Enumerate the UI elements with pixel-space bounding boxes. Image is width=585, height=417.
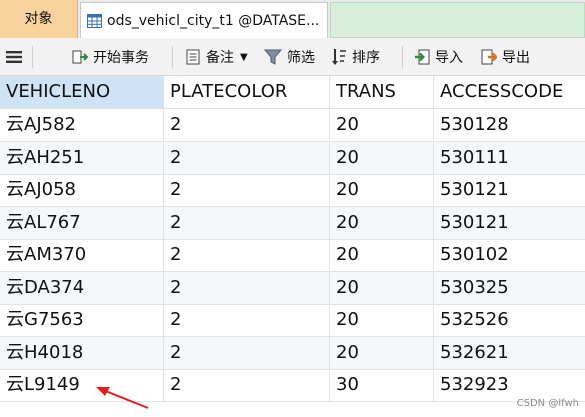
- chevron-down-icon[interactable]: ▼: [240, 52, 248, 63]
- table-header-row: VEHICLENO PLATECOLOR TRANS ACCESSCODE: [0, 76, 585, 109]
- export-button[interactable]: 导出: [481, 38, 530, 76]
- tab-empty-area: [330, 2, 585, 38]
- column-header-vehicleno[interactable]: VEHICLENO: [0, 76, 164, 108]
- tab-table-title: ods_vehicl_city_t1 @DATASE...: [107, 12, 320, 29]
- note-label: 备注: [206, 50, 234, 66]
- table-row[interactable]: 云G7563 2 20 532526: [0, 304, 585, 337]
- cell-platecolor[interactable]: 2: [164, 206, 330, 239]
- cell-vehicleno[interactable]: 云H4018: [0, 336, 164, 369]
- cell-trans[interactable]: 20: [330, 174, 434, 206]
- hamburger-menu-icon: [6, 51, 22, 63]
- cell-platecolor[interactable]: 2: [164, 304, 330, 336]
- transaction-icon: [72, 50, 88, 64]
- cell-platecolor[interactable]: 2: [164, 174, 330, 206]
- table-row[interactable]: 云L9149 2 30 532923: [0, 369, 585, 402]
- note-button[interactable]: 备注 ▼: [186, 38, 248, 76]
- cell-platecolor[interactable]: 2: [164, 109, 330, 141]
- cell-trans[interactable]: 30: [330, 369, 434, 401]
- table-row[interactable]: 云AJ582 2 20 530128: [0, 109, 585, 142]
- cell-vehicleno[interactable]: 云AM370: [0, 239, 164, 271]
- import-icon: [415, 49, 430, 65]
- cell-accesscode[interactable]: 530121: [434, 207, 585, 239]
- menu-button[interactable]: [6, 38, 27, 76]
- cell-vehicleno[interactable]: 云AJ058: [0, 174, 164, 206]
- cell-platecolor[interactable]: 2: [164, 271, 330, 304]
- toolbar-divider: [32, 46, 33, 68]
- table-row[interactable]: 云H4018 2 20 532621: [0, 336, 585, 370]
- table-row[interactable]: 云DA374 2 20 530325: [0, 271, 585, 305]
- cell-accesscode[interactable]: 530325: [434, 272, 585, 304]
- cell-platecolor[interactable]: 2: [164, 141, 330, 174]
- sort-icon: [332, 49, 346, 65]
- sort-label: 排序: [352, 50, 380, 66]
- column-header-trans[interactable]: TRANS: [330, 76, 434, 108]
- table-row[interactable]: 云AM370 2 20 530102: [0, 239, 585, 272]
- cell-accesscode[interactable]: 530102: [434, 239, 585, 271]
- cell-platecolor[interactable]: 2: [164, 369, 330, 401]
- import-button[interactable]: 导入: [414, 38, 463, 76]
- cell-accesscode[interactable]: 530128: [434, 109, 585, 141]
- cell-vehicleno[interactable]: 云L9149: [0, 369, 164, 401]
- cell-vehicleno[interactable]: 云DA374: [0, 271, 164, 304]
- watermark: CSDN @lfwh: [516, 398, 579, 409]
- toolbar: 开始事务 备注 ▼ 筛选 排序 导入 导出: [0, 38, 585, 76]
- cell-accesscode[interactable]: 532621: [434, 337, 585, 369]
- table-row[interactable]: 云AH251 2 20 530111: [0, 141, 585, 175]
- cell-trans[interactable]: 20: [330, 141, 434, 174]
- filter-icon: [264, 49, 282, 65]
- table-row[interactable]: 云AL767 2 20 530121: [0, 206, 585, 240]
- filter-button[interactable]: 筛选: [264, 38, 315, 76]
- filter-label: 筛选: [287, 50, 315, 66]
- cell-platecolor[interactable]: 2: [164, 239, 330, 271]
- cell-trans[interactable]: 20: [330, 206, 434, 239]
- cell-trans[interactable]: 20: [330, 304, 434, 336]
- note-icon: [186, 49, 200, 65]
- cell-accesscode[interactable]: 530121: [434, 174, 585, 206]
- cell-vehicleno[interactable]: 云G7563: [0, 304, 164, 336]
- cell-trans[interactable]: 20: [330, 336, 434, 369]
- column-header-platecolor[interactable]: PLATECOLOR: [164, 76, 330, 108]
- import-label: 导入: [435, 50, 463, 66]
- cell-trans[interactable]: 20: [330, 271, 434, 304]
- tab-bar: 对象 ods_vehicl_city_t1 @DATASE...: [0, 0, 585, 38]
- export-label: 导出: [502, 50, 530, 66]
- cell-accesscode[interactable]: 532923: [434, 369, 585, 401]
- table-icon: [87, 13, 102, 28]
- toolbar-divider: [172, 46, 173, 68]
- begin-transaction-button[interactable]: 开始事务: [72, 38, 149, 76]
- cell-trans[interactable]: 20: [330, 109, 434, 141]
- cell-platecolor[interactable]: 2: [164, 336, 330, 369]
- toolbar-divider: [402, 46, 403, 68]
- begin-transaction-label: 开始事务: [93, 50, 149, 66]
- cell-accesscode[interactable]: 532526: [434, 304, 585, 336]
- table-row[interactable]: 云AJ058 2 20 530121: [0, 174, 585, 207]
- tab-table-editor[interactable]: ods_vehicl_city_t1 @DATASE...: [80, 2, 328, 38]
- column-header-accesscode[interactable]: ACCESSCODE: [434, 76, 585, 108]
- tab-objects[interactable]: 对象: [0, 0, 78, 38]
- sort-button[interactable]: 排序: [331, 38, 380, 76]
- cell-trans[interactable]: 20: [330, 239, 434, 271]
- export-icon: [481, 49, 497, 65]
- cell-vehicleno[interactable]: 云AH251: [0, 141, 164, 174]
- cell-accesscode[interactable]: 530111: [434, 142, 585, 174]
- cell-vehicleno[interactable]: 云AJ582: [0, 109, 164, 141]
- cell-vehicleno[interactable]: 云AL767: [0, 206, 164, 239]
